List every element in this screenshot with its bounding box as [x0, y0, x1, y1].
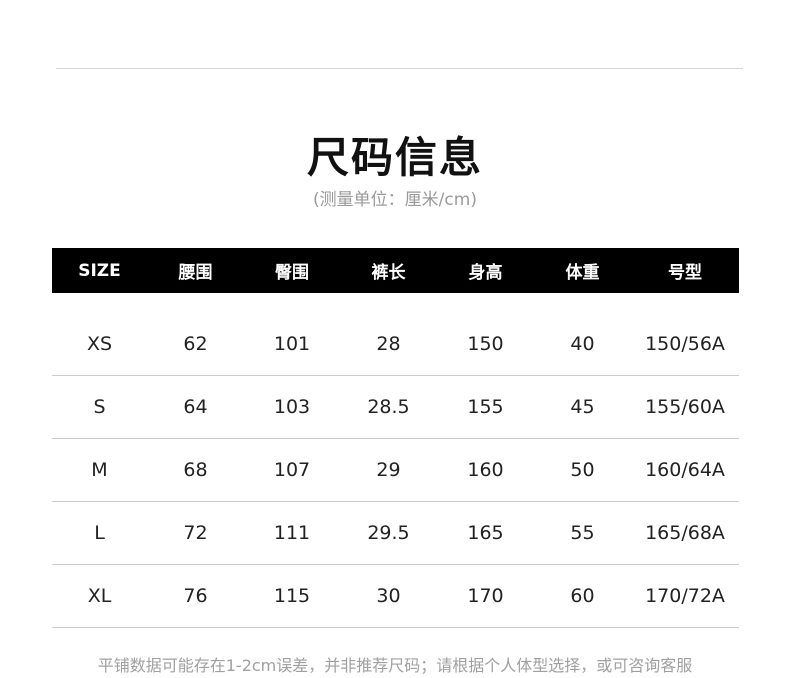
cell-height: 165: [467, 522, 504, 544]
cell-size: L: [94, 522, 105, 544]
cell-length: 29.5: [367, 522, 410, 544]
header-fit-code: 号型: [668, 263, 702, 283]
cell-fit-code: 150/56A: [645, 333, 725, 355]
cell-weight: 60: [570, 585, 595, 607]
size-chart-page: 尺码信息 (测量单位：厘米/cm) SIZE 腰围 臀围 裤长 身高 体重 号型…: [0, 0, 790, 678]
cell-size: M: [91, 459, 108, 481]
cell-fit-code: 155/60A: [645, 396, 725, 418]
table-header: SIZE 腰围 臀围 裤长 身高 体重 号型: [52, 248, 739, 293]
header-length: 裤长: [371, 263, 406, 283]
table-row: XL 76 115 30 170 60 170/72A: [52, 565, 739, 628]
cell-waist: 68: [183, 459, 208, 481]
cell-height: 150: [467, 333, 504, 355]
top-divider: [56, 68, 743, 69]
cell-waist: 72: [183, 522, 208, 544]
cell-height: 155: [467, 396, 504, 418]
table-row: M 68 107 29 160 50 160/64A: [52, 439, 739, 502]
cell-length: 29: [376, 459, 401, 481]
header-waist: 腰围: [178, 263, 213, 283]
cell-waist: 64: [183, 396, 208, 418]
cell-weight: 55: [570, 522, 595, 544]
cell-length: 30: [376, 585, 401, 607]
cell-hip: 111: [273, 522, 311, 544]
header-height: 身高: [468, 263, 503, 283]
cell-fit-code: 160/64A: [645, 459, 725, 481]
cell-hip: 103: [273, 396, 311, 418]
header-weight: 体重: [565, 263, 600, 283]
cell-size: XS: [86, 333, 113, 355]
cell-waist: 76: [183, 585, 208, 607]
page-title: 尺码信息: [306, 133, 483, 182]
table-row: L 72 111 29.5 165 55 165/68A: [52, 502, 739, 565]
header-spacer: [52, 293, 739, 313]
cell-weight: 40: [570, 333, 595, 355]
cell-fit-code: 170/72A: [645, 585, 725, 607]
cell-height: 170: [467, 585, 504, 607]
cell-waist: 62: [183, 333, 208, 355]
cell-hip: 115: [273, 585, 311, 607]
table-row: S 64 103 28.5 155 45 155/60A: [52, 376, 739, 439]
cell-weight: 50: [570, 459, 595, 481]
cell-height: 160: [467, 459, 504, 481]
header-hip: 臀围: [275, 263, 309, 283]
measurement-note: 平铺数据可能存在1-2cm误差，并非推荐尺码；请根据个人体型选择，或可咨询客服: [97, 656, 693, 675]
table-row: XS 62 101 28 150 40 150/56A: [52, 313, 739, 376]
cell-hip: 101: [273, 333, 311, 355]
cell-size: XL: [87, 585, 112, 607]
cell-length: 28: [376, 333, 401, 355]
cell-length: 28.5: [367, 396, 410, 418]
cell-hip: 107: [273, 459, 311, 481]
unit-subtitle: (测量单位：厘米/cm): [313, 190, 477, 210]
header-size: SIZE: [78, 260, 121, 281]
cell-weight: 45: [570, 396, 595, 418]
cell-size: S: [93, 396, 106, 418]
cell-fit-code: 165/68A: [645, 522, 725, 544]
size-table: SIZE 腰围 臀围 裤长 身高 体重 号型 XS 62 101 28 150 …: [52, 248, 739, 628]
